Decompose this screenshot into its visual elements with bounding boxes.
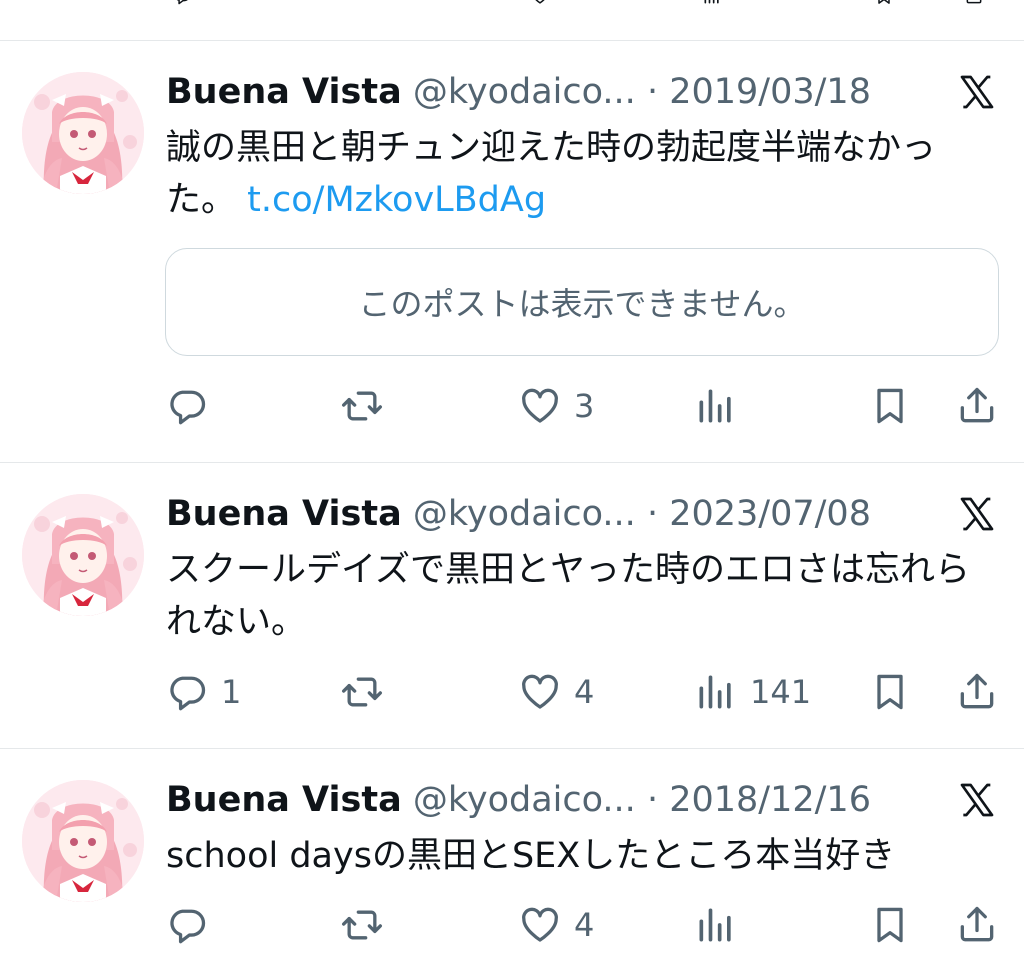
display-name[interactable]: Buena Vista bbox=[166, 494, 402, 534]
like-count: 3 bbox=[574, 387, 595, 425]
bookmark-button[interactable] bbox=[868, 381, 912, 431]
bookmark-button[interactable] bbox=[868, 667, 912, 717]
like-count: 4 bbox=[574, 673, 595, 711]
views-icon bbox=[694, 384, 738, 428]
reply-icon bbox=[165, 903, 209, 947]
display-name[interactable]: Buena Vista bbox=[166, 780, 402, 820]
tweet-link[interactable]: t.co/MzkovLBdAg bbox=[247, 180, 546, 220]
bookmark-icon[interactable] bbox=[872, 0, 896, 6]
divider bbox=[0, 748, 1024, 749]
repost-button[interactable] bbox=[340, 381, 396, 431]
post-date[interactable]: 2019/03/18 bbox=[669, 72, 871, 112]
post-date[interactable]: 2018/12/16 bbox=[669, 780, 871, 820]
avatar[interactable] bbox=[22, 494, 144, 616]
views-button[interactable] bbox=[694, 381, 750, 431]
repost-button[interactable] bbox=[340, 900, 396, 950]
separator-dot: · bbox=[646, 72, 659, 112]
views-button[interactable]: 141 bbox=[694, 667, 811, 717]
tweet-header: Buena Vista @kyodaico... · 2023/07/08 bbox=[166, 492, 914, 536]
share-icon[interactable] bbox=[962, 0, 986, 6]
x-logo-icon bbox=[956, 494, 998, 534]
reply-button[interactable] bbox=[165, 900, 221, 950]
reply-button[interactable]: 1 bbox=[165, 667, 241, 717]
avatar[interactable] bbox=[22, 780, 144, 902]
action-bar: 3 bbox=[0, 381, 1024, 431]
share-button[interactable] bbox=[955, 667, 999, 717]
post-date[interactable]: 2023/07/08 bbox=[669, 494, 871, 534]
share-icon bbox=[955, 670, 999, 714]
like-icon bbox=[518, 670, 562, 714]
reply-icon bbox=[165, 670, 209, 714]
avatar[interactable] bbox=[22, 72, 144, 194]
divider bbox=[0, 462, 1024, 463]
tweet-text: school daysの黒田とSEXしたところ本当好き bbox=[166, 830, 976, 882]
views-icon bbox=[694, 670, 738, 714]
display-name[interactable]: Buena Vista bbox=[166, 72, 402, 112]
tweet-text-content: スクールデイズで黒田とヤった時のエロさは忘れられない。 bbox=[166, 550, 970, 642]
tweet[interactable]: Buena Vista @kyodaico... · 2023/07/08 スク… bbox=[0, 464, 1024, 748]
tweet-text: 誠の黒田と朝チュン迎えた時の勃起度半端なかった。 t.co/MzkovLBdAg bbox=[166, 122, 976, 226]
separator-dot: · bbox=[646, 494, 659, 534]
previous-tweet-action-bar bbox=[0, 0, 1024, 40]
like-icon bbox=[518, 384, 562, 428]
like-button[interactable]: 4 bbox=[518, 900, 594, 950]
views-icon[interactable] bbox=[700, 0, 724, 6]
user-handle[interactable]: @kyodaico... bbox=[413, 494, 636, 534]
repost-button[interactable] bbox=[340, 667, 396, 717]
reply-button[interactable] bbox=[165, 381, 221, 431]
views-count: 141 bbox=[750, 673, 812, 711]
like-button[interactable]: 3 bbox=[518, 381, 594, 431]
bookmark-button[interactable] bbox=[868, 900, 912, 950]
like-icon[interactable] bbox=[528, 0, 552, 6]
views-icon bbox=[694, 903, 738, 947]
reply-count: 1 bbox=[221, 673, 242, 711]
unavailable-post-card[interactable]: このポストは表示できません。 bbox=[165, 248, 999, 356]
tweet[interactable]: Buena Vista @kyodaico... · 2018/12/16 sc… bbox=[0, 750, 1024, 968]
repost-icon bbox=[340, 384, 384, 428]
user-handle[interactable]: @kyodaico... bbox=[413, 72, 636, 112]
like-button[interactable]: 4 bbox=[518, 667, 594, 717]
reply-icon[interactable] bbox=[170, 0, 194, 6]
share-button[interactable] bbox=[955, 381, 999, 431]
tweet-text-content: school daysの黒田とSEXしたところ本当好き bbox=[166, 836, 896, 876]
reply-icon bbox=[165, 384, 209, 428]
action-bar: 4 bbox=[0, 900, 1024, 950]
x-logo-icon bbox=[956, 72, 998, 112]
tweet-header: Buena Vista @kyodaico... · 2019/03/18 bbox=[166, 70, 914, 114]
repost-icon bbox=[340, 903, 384, 947]
user-handle[interactable]: @kyodaico... bbox=[413, 780, 636, 820]
separator-dot: · bbox=[646, 780, 659, 820]
views-button[interactable] bbox=[694, 900, 750, 950]
tweet[interactable]: Buena Vista @kyodaico... · 2019/03/18 誠の… bbox=[0, 42, 1024, 462]
x-logo-icon bbox=[956, 780, 998, 820]
repost-icon bbox=[340, 670, 384, 714]
unavailable-post-message: このポストは表示できません。 bbox=[358, 285, 806, 323]
bookmark-icon bbox=[868, 670, 912, 714]
share-icon bbox=[955, 903, 999, 947]
bookmark-icon bbox=[868, 384, 912, 428]
divider bbox=[0, 40, 1024, 41]
share-icon bbox=[955, 384, 999, 428]
share-button[interactable] bbox=[955, 900, 999, 950]
bookmark-icon bbox=[868, 903, 912, 947]
tweet-text: スクールデイズで黒田とヤった時のエロさは忘れられない。 bbox=[166, 544, 976, 648]
like-icon bbox=[518, 903, 562, 947]
action-bar: 1 4 141 bbox=[0, 667, 1024, 717]
like-count: 4 bbox=[574, 906, 595, 944]
tweet-header: Buena Vista @kyodaico... · 2018/12/16 bbox=[166, 778, 914, 822]
